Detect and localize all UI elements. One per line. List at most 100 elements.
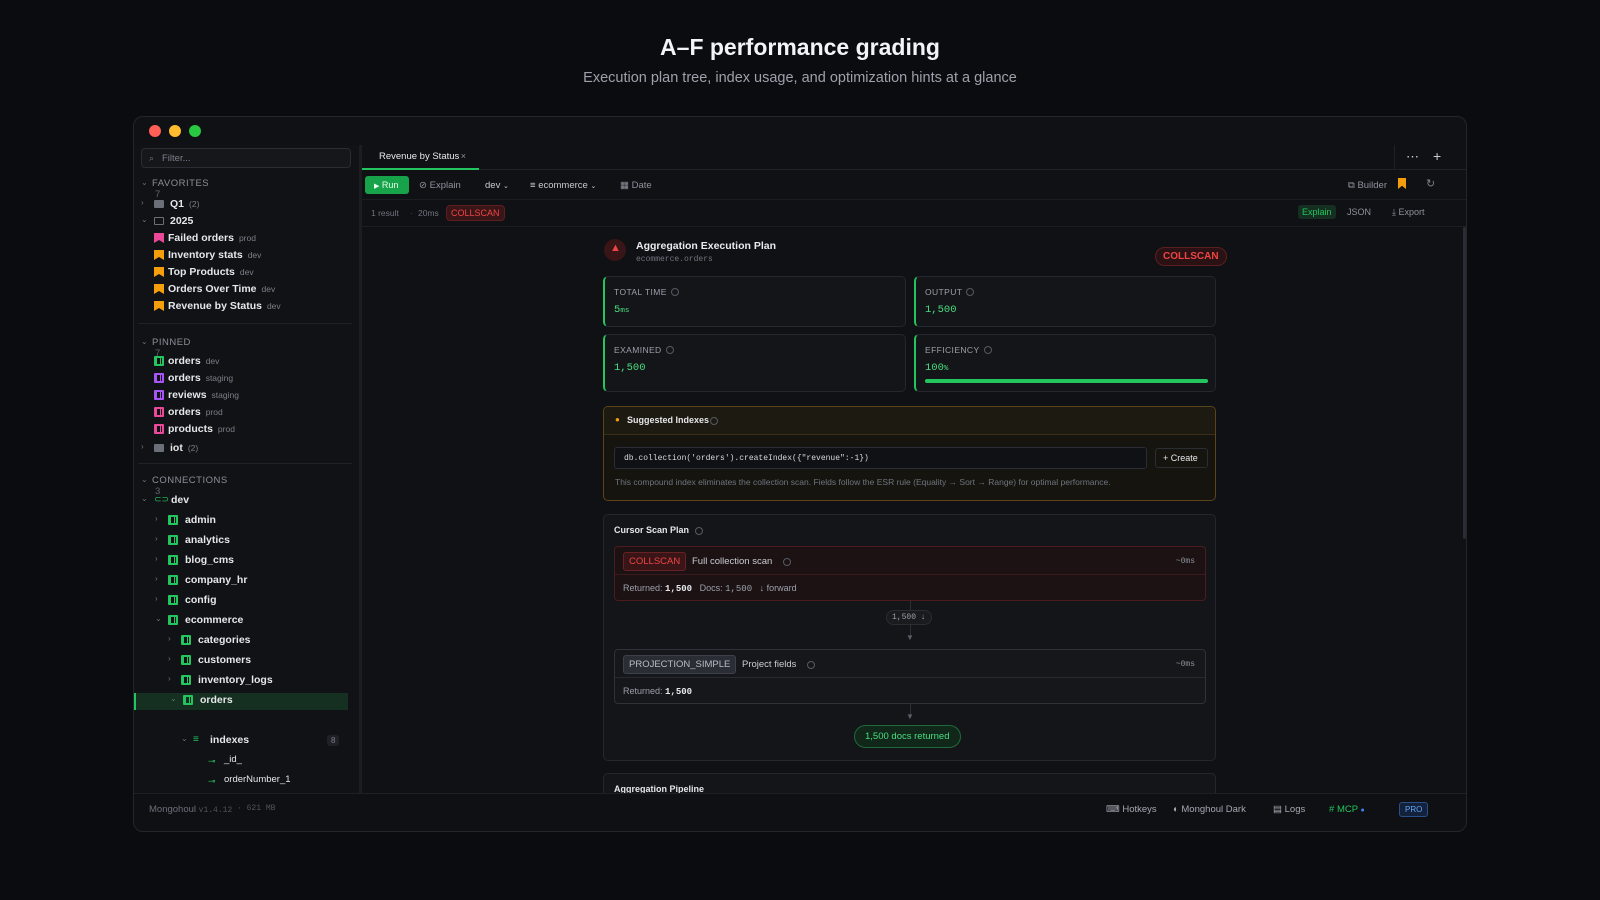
index-command-field[interactable]: db.collection('orders').createIndex({"re… <box>614 447 1147 469</box>
plan-scan-badge: COLLSCAN <box>1155 247 1227 266</box>
lightbulb-icon: ● <box>615 415 620 424</box>
refresh-icon[interactable]: ↻ <box>1426 177 1435 190</box>
info-icon <box>665 346 674 354</box>
table-icon <box>154 407 164 417</box>
cursor-scan-plan-card: Cursor Scan Plan COLLSCAN Full collectio… <box>603 514 1216 761</box>
collection-icon <box>181 655 191 665</box>
app-status-bar: Mongohoul v1.4.12 · 621 MB ⌨ Hotkeys ◐ M… <box>134 793 1466 831</box>
chevron-down-icon: ⌄ <box>141 178 149 187</box>
metric-output: OUTPUT 1,500 <box>914 276 1216 327</box>
chevron-down-icon: ⌄ <box>155 614 162 623</box>
arrow-down-icon: ▼ <box>906 633 914 642</box>
sidebar-filter-input[interactable]: ⌕ Filter... <box>141 148 351 168</box>
app-window: ⌕ Filter... ⌄ FAVORITES 7 › Q1 (2) ⌄ 2025… <box>133 116 1467 832</box>
query-toolbar: ▶ Run ⊘ Explain dev ⌄ ≡ ecommerce ⌄ ▦ Da… <box>362 170 1466 200</box>
indexes-node[interactable]: ⌄ ≡ indexes 8 <box>134 733 348 750</box>
logs-button[interactable]: ▤ Logs <box>1273 804 1305 815</box>
calendar-icon: ▦ <box>620 180 629 191</box>
view-explain-tab[interactable]: Explain <box>1298 205 1336 219</box>
stage-description: Project fields <box>742 659 797 670</box>
flow-count: 1,500 ↓ <box>886 610 932 625</box>
database-select[interactable]: ≡ ecommerce ⌄ <box>530 180 596 191</box>
chevron-down-icon: ⌄ <box>502 183 509 190</box>
new-tab-icon[interactable]: + <box>1433 148 1441 164</box>
theme-button[interactable]: ◐ Monghoul Dark <box>1173 804 1246 815</box>
table-icon <box>154 356 164 366</box>
chevron-right-icon: › <box>155 534 158 543</box>
scrollbar[interactable] <box>1463 227 1466 539</box>
arrow-down-icon: ▼ <box>906 712 914 721</box>
chevron-down-icon: ⌄ <box>170 694 177 703</box>
cursor-scan-plan-title: Cursor Scan Plan <box>614 525 690 535</box>
date-filter-button[interactable]: ▦ Date <box>620 180 652 191</box>
run-button[interactable]: ▶ Run <box>365 176 409 194</box>
metric-total-time: TOTAL TIME 5ms <box>603 276 906 327</box>
hotkeys-button[interactable]: ⌨ Hotkeys <box>1106 804 1157 815</box>
collection-orders[interactable]: ⌄ orders <box>134 693 348 710</box>
bookmark-icon <box>154 250 164 260</box>
chevron-right-icon: › <box>155 554 158 563</box>
app-name: Mongohoul v1.4.12 <box>149 804 233 815</box>
info-icon <box>710 417 718 425</box>
key-icon: ⊸ <box>208 776 216 786</box>
stage-time: ~0ms <box>1175 660 1195 669</box>
folder-icon <box>154 444 164 452</box>
plan-title: Aggregation Execution Plan <box>636 240 777 252</box>
query-time: 20ms <box>418 208 439 218</box>
efficiency-bar-track <box>925 379 1208 383</box>
title-bar <box>134 117 1466 145</box>
download-icon: ⤓ <box>1392 207 1396 217</box>
export-button[interactable]: ⤓ Export <box>1392 207 1425 218</box>
table-icon <box>154 373 164 383</box>
info-icon <box>807 661 815 669</box>
database-icon <box>168 615 178 625</box>
explain-icon: ⊘ <box>419 180 427 191</box>
mcp-button[interactable]: # MCP ● <box>1329 804 1365 815</box>
chevron-right-icon: › <box>141 442 144 451</box>
bookmark-icon <box>154 267 164 277</box>
info-icon <box>670 288 679 296</box>
suggested-indexes-card: ● Suggested Indexes db.collection('order… <box>603 406 1216 501</box>
database-icon <box>168 515 178 525</box>
info-icon <box>695 527 703 535</box>
explain-plan-view: ▲ Aggregation Execution Plan ecommerce.o… <box>362 227 1466 805</box>
environment-select[interactable]: dev ⌄ <box>485 180 509 191</box>
info-icon <box>983 346 992 354</box>
play-icon: ▶ <box>374 183 380 190</box>
stage-projection[interactable]: PROJECTION_SIMPLE Project fields ~0ms Re… <box>614 649 1206 704</box>
bookmark-icon <box>154 301 164 311</box>
create-index-button[interactable]: + Create <box>1155 448 1208 468</box>
close-tab-icon[interactable]: × <box>461 151 466 161</box>
bookmark-icon <box>154 284 164 294</box>
explain-button[interactable]: ⊘ Explain <box>419 180 461 191</box>
maximize-window-button[interactable] <box>189 125 201 137</box>
list-icon: ≡ <box>193 734 199 745</box>
chevron-down-icon: ⌄ <box>141 337 149 346</box>
chevron-right-icon: › <box>141 198 144 207</box>
database-icon <box>168 595 178 605</box>
tab-revenue-by-status[interactable]: Revenue by Status × <box>362 145 479 170</box>
stage-collscan[interactable]: COLLSCAN Full collection scan ~0ms Retur… <box>614 546 1206 601</box>
bookmark-icon[interactable] <box>1398 178 1406 189</box>
warning-icon: ▲ <box>610 242 621 254</box>
stage-time: ~0ms <box>1175 557 1195 566</box>
hero-title: A–F performance grading <box>660 34 940 60</box>
chevron-down-icon: ⌄ <box>181 734 188 743</box>
stage-stats: Returned: 1,500 Docs: 1,500 ↓ forward <box>623 583 797 594</box>
builder-button[interactable]: ⧉ Builder <box>1348 180 1387 191</box>
collection-icon <box>183 695 193 705</box>
bookmark-icon <box>154 233 164 243</box>
chevron-down-icon: ⌄ <box>141 494 148 503</box>
tab-bar: Revenue by Status × ⋯ + <box>362 145 1466 170</box>
stage-name-chip: PROJECTION_SIMPLE <box>623 655 737 674</box>
chevron-down-icon: ⌄ <box>141 475 149 484</box>
sidebar: ⌕ Filter... ⌄ FAVORITES 7 › Q1 (2) ⌄ 2025… <box>134 145 359 826</box>
minimize-window-button[interactable] <box>169 125 181 137</box>
pro-badge[interactable]: PRO <box>1399 802 1429 817</box>
close-window-button[interactable] <box>149 125 161 137</box>
memory-usage: · 621 MB <box>237 804 276 813</box>
view-json-tab[interactable]: JSON <box>1347 207 1371 217</box>
link-icon: ⊂⊃ <box>154 494 170 504</box>
more-options-icon[interactable]: ⋯ <box>1406 149 1419 165</box>
collection-icon <box>181 675 191 685</box>
